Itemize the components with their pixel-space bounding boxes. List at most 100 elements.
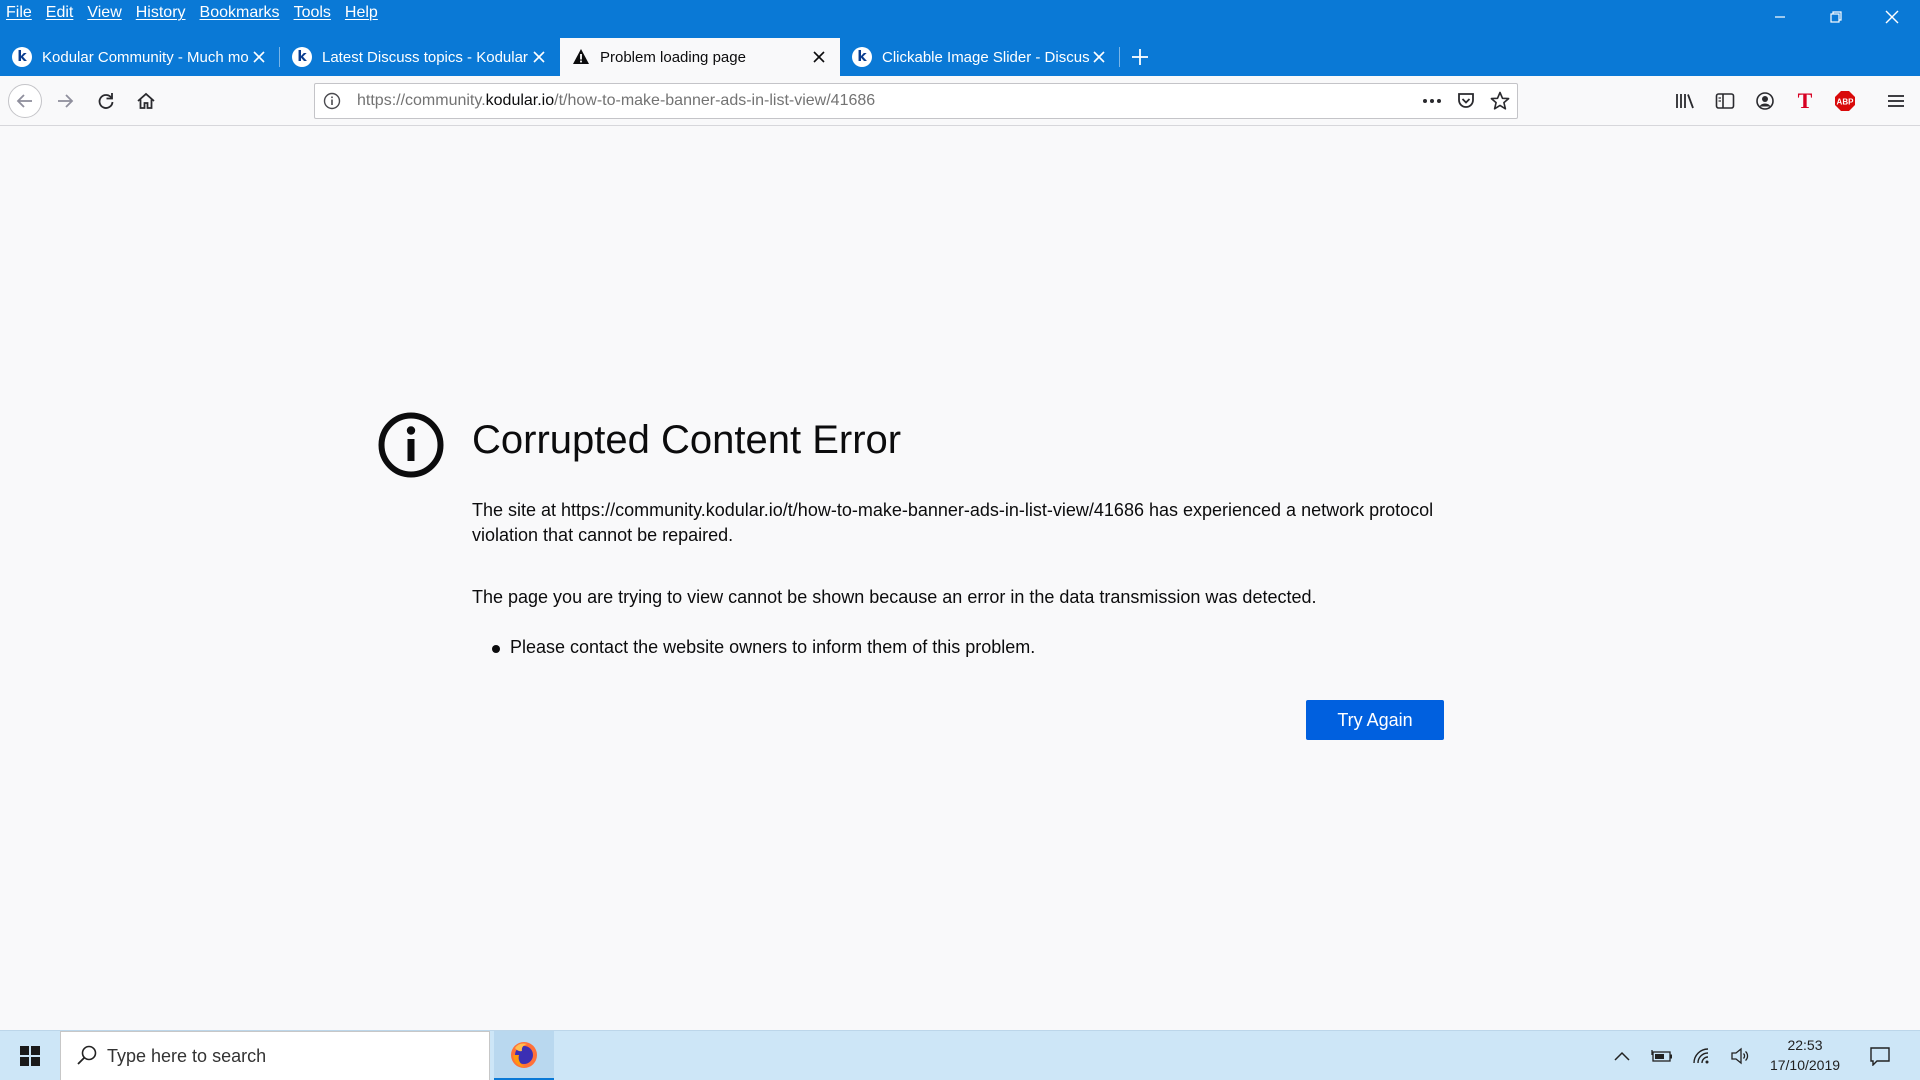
translate-extension-button[interactable]: T: [1788, 84, 1822, 118]
forward-arrow-icon: [58, 94, 74, 108]
search-icon: [77, 1045, 97, 1065]
action-center-button[interactable]: [1862, 1031, 1898, 1080]
open-menu-button[interactable]: [1879, 84, 1913, 118]
restore-button[interactable]: [1808, 0, 1864, 34]
error-paragraph-2: The page you are trying to view cannot b…: [472, 587, 1317, 607]
menu-help[interactable]: Help: [345, 4, 378, 22]
library-button[interactable]: [1668, 84, 1702, 118]
error-suggestion-item: Please contact the website owners to inf…: [472, 635, 1438, 660]
adblock-plus-button[interactable]: ABP: [1828, 84, 1862, 118]
forward-button[interactable]: [48, 84, 82, 118]
firefox-taskbar-button[interactable]: [494, 1031, 554, 1080]
tab-title: Problem loading page: [600, 48, 746, 66]
show-hidden-icons-button[interactable]: [1604, 1031, 1640, 1080]
taskbar: Type here to search 22:53 17/10/2019: [0, 1030, 1920, 1080]
url-domain: kodular.io: [485, 92, 555, 109]
more-dots-icon: [1423, 99, 1441, 103]
menu-view[interactable]: View: [87, 4, 121, 22]
minimize-button[interactable]: [1752, 0, 1808, 34]
tab-close-icon[interactable]: [1090, 48, 1108, 66]
sidebar-button[interactable]: [1708, 84, 1742, 118]
kodular-k-icon: k: [852, 47, 872, 67]
menu-tools[interactable]: Tools: [294, 4, 331, 22]
site-info-button[interactable]: [315, 84, 349, 118]
menu-history[interactable]: History: [136, 4, 186, 22]
clock-time: 22:53: [1787, 1037, 1823, 1053]
plus-icon: [1132, 49, 1148, 65]
library-icon: [1676, 94, 1694, 109]
svg-text:T: T: [1798, 90, 1813, 112]
close-window-button[interactable]: [1864, 0, 1920, 34]
navigation-toolbar: https://community.kodular.io/t/how-to-ma…: [0, 76, 1920, 126]
chevron-up-icon: [1614, 1051, 1630, 1061]
bookmark-star-button[interactable]: [1483, 84, 1517, 118]
try-again-button[interactable]: Try Again: [1306, 700, 1444, 740]
url-path: /t/how-to-make-banner-ads-in-list-view/4…: [554, 92, 876, 109]
tab-close-icon[interactable]: [810, 48, 828, 66]
kodular-k-icon: k: [292, 47, 312, 67]
pocket-icon: [1458, 93, 1474, 108]
close-icon: [1885, 10, 1899, 24]
url-text[interactable]: https://community.kodular.io/t/how-to-ma…: [357, 92, 1415, 110]
tab-latest-discuss[interactable]: k Latest Discuss topics - Kodular: [280, 38, 560, 76]
pocket-button[interactable]: [1449, 84, 1483, 118]
error-suggestions: Please contact the website owners to inf…: [472, 635, 1438, 660]
account-button[interactable]: [1748, 84, 1782, 118]
sidebar-icon: [1715, 93, 1735, 109]
minimize-icon: [1775, 16, 1785, 18]
back-button[interactable]: [8, 84, 42, 118]
svg-text:ABP: ABP: [1837, 98, 1855, 107]
title-bar: File Edit View History Bookmarks Tools H…: [0, 0, 1920, 76]
back-arrow-icon: [16, 94, 32, 108]
taskbar-search[interactable]: Type here to search: [60, 1031, 490, 1080]
tab-title: Latest Discuss topics - Kodular: [322, 48, 528, 66]
menu-file[interactable]: File: [6, 4, 32, 22]
windows-logo-icon: [20, 1046, 40, 1066]
tab-strip: k Kodular Community - Much mo k Latest D…: [0, 38, 1160, 76]
account-icon: [1756, 92, 1774, 110]
error-info-icon: [378, 412, 444, 478]
info-icon: [323, 92, 341, 110]
menu-bar: File Edit View History Bookmarks Tools H…: [0, 0, 392, 26]
star-icon: [1490, 91, 1510, 110]
reload-icon: [98, 93, 114, 109]
red-t-icon: T: [1798, 90, 1813, 112]
battery-icon: [1651, 1050, 1672, 1062]
error-description: The site at https://community.kodular.io…: [472, 498, 1438, 660]
wifi-icon: [1693, 1048, 1709, 1064]
tab-problem-loading[interactable]: Problem loading page: [560, 38, 840, 76]
hamburger-menu-icon: [1888, 95, 1904, 107]
speaker-icon: [1731, 1047, 1749, 1065]
menu-bookmarks[interactable]: Bookmarks: [200, 4, 280, 22]
url-bar[interactable]: https://community.kodular.io/t/how-to-ma…: [314, 83, 1518, 119]
volume-tray-button[interactable]: [1722, 1031, 1758, 1080]
tab-title: Clickable Image Slider - Discus: [882, 48, 1090, 66]
start-button[interactable]: [0, 1031, 60, 1080]
adblock-plus-icon: ABP: [1835, 91, 1855, 111]
home-button[interactable]: [129, 84, 163, 118]
kodular-k-icon: k: [12, 47, 32, 67]
notification-icon: [1870, 1047, 1890, 1066]
network-tray-button[interactable]: [1684, 1031, 1720, 1080]
error-paragraph-1: The site at https://community.kodular.io…: [472, 500, 1434, 545]
system-clock[interactable]: 22:53 17/10/2019: [1760, 1035, 1850, 1075]
clock-date: 17/10/2019: [1769, 1057, 1841, 1073]
tab-close-icon[interactable]: [530, 48, 548, 66]
new-tab-button[interactable]: [1120, 38, 1160, 76]
home-icon: [137, 92, 155, 109]
error-title: Corrupted Content Error: [472, 418, 902, 462]
window-controls: [1752, 0, 1920, 34]
page-actions-button[interactable]: [1415, 84, 1449, 118]
reload-button[interactable]: [89, 84, 123, 118]
tab-kodular-community[interactable]: k Kodular Community - Much mo: [0, 38, 280, 76]
search-placeholder: Type here to search: [107, 1045, 267, 1066]
battery-tray-button[interactable]: [1644, 1031, 1680, 1080]
restore-icon: [1830, 11, 1842, 23]
url-prefix: https://community.: [357, 92, 486, 109]
tab-clickable-image-slider[interactable]: k Clickable Image Slider - Discus: [840, 38, 1120, 76]
menu-edit[interactable]: Edit: [46, 4, 74, 22]
tab-title: Kodular Community - Much mo: [42, 48, 249, 66]
firefox-icon: [511, 1041, 537, 1068]
warning-icon: [573, 49, 589, 64]
tab-close-icon[interactable]: [250, 48, 268, 66]
